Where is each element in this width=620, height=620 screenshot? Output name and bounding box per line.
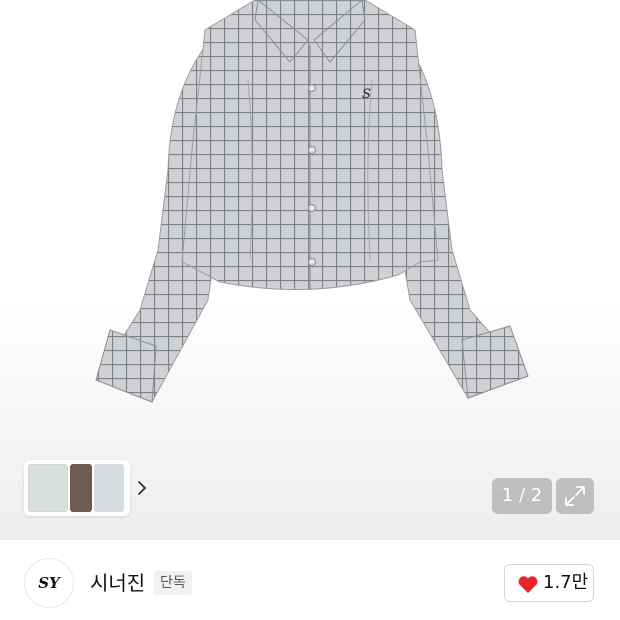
expand-icon bbox=[565, 486, 585, 506]
brand-logo[interactable]: SY bbox=[24, 558, 74, 608]
like-count: 1.7만 bbox=[543, 572, 589, 593]
model-thumbnail[interactable] bbox=[70, 464, 92, 512]
heart-icon bbox=[518, 576, 538, 593]
brand-name[interactable]: 시너진 bbox=[90, 570, 145, 596]
product-image-gallery[interactable]: S 1 / 2 bbox=[0, 0, 620, 540]
chevron-right-icon[interactable] bbox=[132, 478, 152, 498]
exclusive-badge: 단독 bbox=[154, 571, 192, 595]
shirt-detail-thumbnail[interactable] bbox=[94, 464, 124, 512]
expand-button[interactable] bbox=[556, 478, 594, 514]
brand-bar: SY 시너진 단독 1.7만 bbox=[0, 540, 620, 620]
svg-text:S: S bbox=[362, 87, 371, 102]
thumbnail-strip[interactable] bbox=[24, 460, 147, 516]
shirt-flat-thumbnail[interactable] bbox=[28, 464, 68, 512]
product-image: S bbox=[95, 0, 529, 403]
like-button[interactable]: 1.7만 bbox=[504, 564, 594, 602]
image-counter: 1 / 2 bbox=[492, 478, 552, 514]
